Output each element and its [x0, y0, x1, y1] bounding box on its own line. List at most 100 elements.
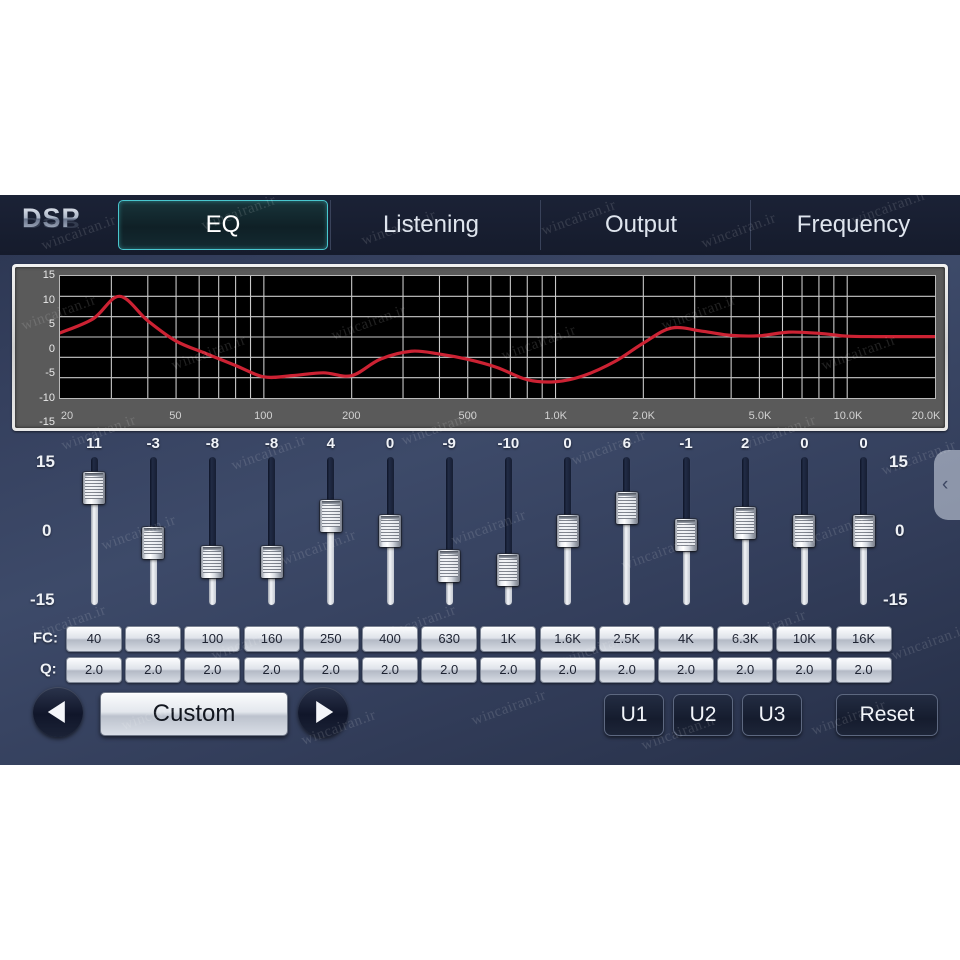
tab-output[interactable]: Output	[540, 200, 741, 250]
tab-output-label: Output	[604, 211, 678, 238]
graph-x-tick: 20	[60, 410, 74, 422]
slider-handle[interactable]	[319, 499, 342, 532]
slider-handle[interactable]	[734, 507, 757, 540]
band-gain-value: 4	[326, 435, 335, 452]
band-fc-button[interactable]: 10K	[776, 626, 833, 652]
band-fc-button[interactable]: 1.6K	[539, 626, 596, 652]
band-q-button[interactable]: 2.0	[66, 657, 122, 683]
preset-name-button[interactable]: Custom	[100, 692, 288, 736]
band-fc-button[interactable]: 2.5K	[598, 626, 655, 652]
header-bar: DSP DSP EQ Listening Output Frequency	[0, 195, 960, 255]
band-fc-button[interactable]: 630	[421, 626, 478, 652]
slider-handle[interactable]	[615, 491, 638, 524]
band-gain-slider[interactable]	[842, 457, 886, 605]
band-gain-slider[interactable]	[131, 457, 175, 605]
slider-handle[interactable]	[852, 515, 875, 547]
dsp-logo: DSP DSP	[22, 203, 118, 249]
dsp-eq-app: DSP DSP EQ Listening Output Frequency 15…	[0, 195, 960, 765]
preset-prev-button[interactable]	[33, 687, 83, 737]
eq-curve-svg	[60, 276, 935, 398]
slider-handle[interactable]	[83, 472, 105, 505]
tab-frequency[interactable]: Frequency	[750, 200, 956, 250]
slider-handle[interactable]	[379, 515, 401, 547]
band-q-button[interactable]: 2.0	[243, 657, 300, 683]
band-q-button[interactable]: 2.0	[421, 657, 478, 683]
tab-listening[interactable]: Listening	[330, 200, 531, 250]
tab-eq[interactable]: EQ	[118, 200, 328, 250]
band-q-button[interactable]: 2.0	[717, 657, 774, 683]
band-gain-slider[interactable]	[782, 457, 826, 605]
band-gain-value: 6	[622, 435, 631, 452]
graph-x-tick: 20.0K	[911, 410, 941, 422]
slider-handle[interactable]	[260, 545, 283, 578]
logo-reflection: DSP	[22, 214, 81, 232]
slider-handle[interactable]	[142, 526, 165, 559]
tab-listening-label: Listening	[382, 211, 480, 238]
bottom-toolbar: Custom U1 U2 U3 Reset	[0, 687, 960, 765]
slider-track-filled	[90, 488, 98, 605]
band-gain-slider[interactable]	[723, 457, 767, 605]
triangle-right-icon	[316, 701, 334, 723]
slider-handle[interactable]	[497, 553, 520, 586]
graph-y-tick: 10	[42, 293, 55, 306]
band-fc-button[interactable]: 4K	[658, 626, 714, 652]
band-gain-slider[interactable]	[605, 457, 649, 605]
band-gain-value: -10	[497, 435, 520, 452]
band-gain-value: 0	[563, 435, 572, 452]
eq-curve-panel: 15 10 5 0 -5 -10 -15 20 50 100 200 500 1.0K 2.0K 5.0K 1…	[12, 264, 948, 431]
band-q-button[interactable]: 2.0	[835, 657, 892, 683]
user-preset-u3-button[interactable]: U3	[742, 694, 802, 736]
band-gain-slider[interactable]	[72, 457, 116, 605]
panel-collapse-handle[interactable]: ‹	[934, 450, 960, 520]
graph-y-tick: 15	[42, 269, 55, 281]
tab-frequency-label: Frequency	[796, 211, 911, 238]
band-gain-slider[interactable]	[427, 457, 471, 605]
band-q-button[interactable]: 2.0	[480, 657, 537, 683]
band-gain-slider[interactable]	[190, 457, 234, 605]
band-gain-slider[interactable]	[486, 457, 530, 605]
band-q-button[interactable]: 2.0	[539, 657, 596, 683]
band-q-button[interactable]: 2.0	[598, 657, 655, 683]
band-fc-button[interactable]: 250	[302, 626, 359, 652]
band-gain-slider[interactable]	[546, 457, 590, 605]
tab-eq-label: EQ	[205, 211, 241, 238]
chevron-left-icon: ‹	[942, 474, 949, 495]
slider-handle[interactable]	[556, 515, 579, 547]
band-q-button[interactable]: 2.0	[362, 657, 418, 683]
slider-handle[interactable]	[201, 545, 224, 578]
band-fc-button[interactable]: 16K	[835, 626, 892, 652]
band-fc-button[interactable]: 400	[362, 626, 418, 652]
triangle-left-icon	[47, 701, 65, 723]
band-fc-button[interactable]: 40	[66, 626, 122, 652]
band-fc-button[interactable]: 160	[243, 626, 300, 652]
slider-handle[interactable]	[675, 518, 697, 551]
graph-x-tick: 1.0K	[544, 410, 567, 422]
band-fc-button[interactable]: 6.3K	[717, 626, 774, 652]
preset-next-button[interactable]	[298, 687, 348, 737]
user-preset-u1-button[interactable]: U1	[604, 694, 664, 736]
slider-handle[interactable]	[793, 515, 816, 547]
band-q-button[interactable]: 2.0	[776, 657, 833, 683]
band-fc-button[interactable]: 100	[184, 626, 241, 652]
band-gain-slider[interactable]	[664, 457, 708, 605]
band-gain-value: 0	[859, 435, 868, 452]
band-gain-value: 0	[800, 435, 809, 452]
band-gain-slider[interactable]	[309, 457, 353, 605]
band-gain-slider[interactable]	[250, 457, 294, 605]
band-q-button[interactable]: 2.0	[184, 657, 241, 683]
band-fc-button[interactable]: 63	[125, 626, 182, 652]
band-gain-value: -9	[442, 435, 456, 452]
slider-handle[interactable]	[438, 549, 461, 582]
scale-bottom-right: -15	[883, 590, 908, 609]
band-fc-button[interactable]: 1K	[480, 626, 537, 652]
band-gain-slider[interactable]	[368, 457, 412, 605]
band-gain-value: 11	[86, 435, 102, 452]
band-q-button[interactable]: 2.0	[125, 657, 182, 683]
band-gain-value: -8	[205, 435, 220, 452]
reset-button[interactable]: Reset	[836, 694, 938, 736]
band-q-button[interactable]: 2.0	[658, 657, 714, 683]
fc-row-label: FC:	[33, 629, 58, 647]
graph-y-tick: 5	[48, 318, 55, 330]
band-q-button[interactable]: 2.0	[302, 657, 359, 683]
user-preset-u2-button[interactable]: U2	[673, 694, 733, 736]
